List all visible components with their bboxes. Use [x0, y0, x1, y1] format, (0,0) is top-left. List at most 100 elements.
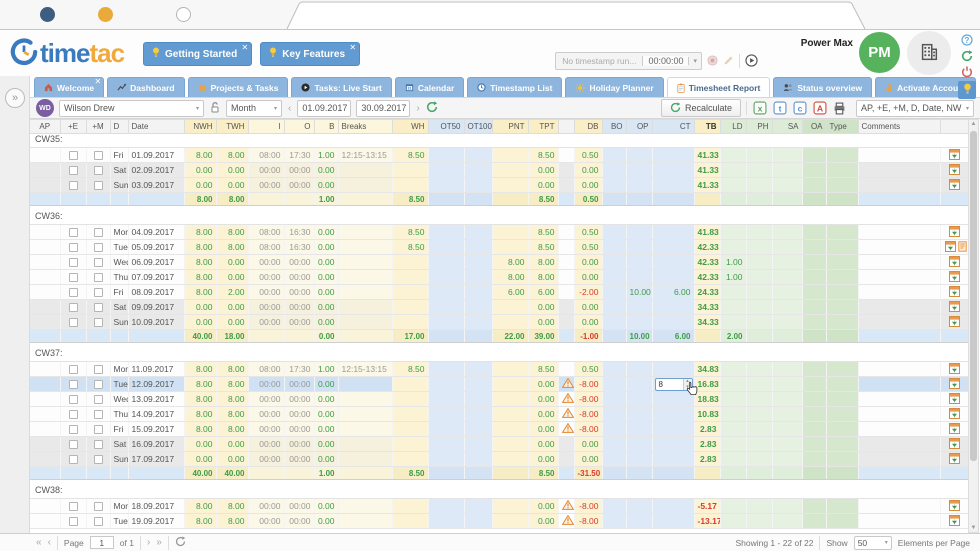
logout-power-icon[interactable] [959, 65, 975, 79]
column-header-wh[interactable]: WH [392, 120, 428, 134]
first-page-icon[interactable]: « [36, 537, 42, 548]
timesheet-row[interactable]: Tue12.09.20178.008.0000:0000:000.000.00-… [30, 377, 968, 392]
reload-report-icon[interactable] [426, 101, 438, 115]
user-avatar[interactable]: PM [859, 32, 900, 73]
row-checkbox[interactable] [94, 166, 103, 175]
row-checkbox[interactable] [94, 228, 103, 237]
row-checkbox[interactable] [94, 502, 103, 511]
row-checkbox[interactable] [94, 258, 103, 267]
timesheet-row[interactable]: Fri08.09.20178.002.0000:0000:000.006.006… [30, 285, 968, 300]
editor-value[interactable]: 8 [656, 380, 683, 389]
column-header-pm[interactable]: +M [86, 120, 110, 134]
timesheet-row[interactable]: Thu14.09.20178.008.0000:0000:000.000.00-… [30, 407, 968, 422]
traffic-light-maximize[interactable] [176, 7, 191, 22]
row-checkbox[interactable] [94, 380, 103, 389]
next-period-icon[interactable]: › [415, 103, 420, 114]
row-checkbox[interactable] [69, 365, 78, 374]
export-row-icon[interactable] [949, 256, 960, 269]
row-checkbox[interactable] [69, 502, 78, 511]
tab-tasks-live-start[interactable]: Tasks: Live Start [291, 77, 391, 97]
row-checkbox[interactable] [94, 318, 103, 327]
export-row-icon[interactable] [949, 179, 960, 192]
export-row-icon[interactable] [949, 515, 960, 528]
column-header-oa[interactable]: OA [802, 120, 826, 134]
timesheet-row[interactable]: Sun03.09.20170.000.0000:0000:000.000.000… [30, 178, 968, 193]
promo-key-features-button[interactable]: Key Features✕ [260, 42, 360, 66]
column-header-i[interactable]: I [248, 120, 284, 134]
tab-dashboard[interactable]: Dashboard [107, 77, 184, 97]
column-header-ct[interactable]: CT [652, 120, 694, 134]
export-row-icon[interactable] [949, 393, 960, 406]
timesheet-row[interactable]: Wed13.09.20178.008.0000:0000:000.000.00-… [30, 392, 968, 407]
column-header-ot100[interactable]: OT100 [464, 120, 492, 134]
column-header-pe[interactable]: +E [60, 120, 86, 134]
timesheet-row[interactable]: Wed06.09.20178.000.0000:0000:000.008.008… [30, 255, 968, 270]
lock-open-icon[interactable] [209, 101, 221, 115]
tab-status-overview[interactable]: Status overview [773, 77, 872, 97]
expand-panel-button[interactable]: » [5, 88, 25, 108]
timesheet-row[interactable]: Sat09.09.20170.000.0000:0000:000.000.000… [30, 300, 968, 315]
export-row-icon[interactable] [949, 363, 960, 376]
timesheet-row[interactable]: Tue19.09.20178.008.0000:0000:000.000.00-… [30, 514, 968, 529]
column-header-db[interactable]: DB [574, 120, 602, 134]
export-row-icon[interactable] [949, 271, 960, 284]
row-checkbox[interactable] [94, 243, 103, 252]
column-header-comments[interactable]: Comments [858, 120, 940, 134]
timesheet-row[interactable]: Sat02.09.20170.000.0000:0000:000.000.000… [30, 163, 968, 178]
period-select[interactable]: Month▾ [226, 100, 282, 117]
row-checkbox[interactable] [69, 288, 78, 297]
columns-select[interactable]: AP, +E, +M, D, Date, NWH, T▾ [856, 100, 974, 117]
export-row-icon[interactable] [945, 241, 956, 254]
page-size-select[interactable]: 50▾ [854, 536, 892, 550]
column-header-sa[interactable]: SA [772, 120, 802, 134]
timesheet-row[interactable]: Fri15.09.20178.008.0000:0000:000.000.00-… [30, 422, 968, 437]
date-to-input[interactable]: 30.09.2017 [356, 100, 410, 117]
row-checkbox[interactable] [69, 273, 78, 282]
export-row-icon[interactable] [949, 438, 960, 451]
column-header-ap[interactable]: AP [30, 120, 60, 134]
column-header-date[interactable]: Date [128, 120, 184, 134]
close-icon[interactable]: ✕ [349, 43, 356, 52]
tab-welcome[interactable]: Welcome✕ [34, 77, 104, 97]
timesheet-row[interactable]: Mon04.09.20178.008.0008:0016:300.008.508… [30, 225, 968, 240]
export-csv-button[interactable]: c [792, 101, 807, 116]
column-header-actions[interactable] [940, 120, 968, 134]
row-checkbox[interactable] [94, 303, 103, 312]
export-row-icon[interactable] [949, 164, 960, 177]
row-checkbox[interactable] [94, 410, 103, 419]
column-header-b[interactable]: B [314, 120, 338, 134]
tab-holiday-planner[interactable]: Holiday Planner [565, 77, 663, 97]
scroll-down-icon[interactable]: ▼ [969, 525, 978, 531]
start-timestamp-button[interactable] [745, 54, 758, 69]
timesheet-row[interactable]: Tue05.09.20178.008.0008:0016:300.008.508… [30, 240, 968, 255]
timestamp-task-select[interactable]: No timestamp run... 00:00:00 ▾ [555, 52, 702, 70]
export-row-icon[interactable] [949, 423, 960, 436]
column-header-ot50[interactable]: OT50 [428, 120, 464, 134]
help-icon[interactable]: ? [959, 33, 975, 47]
employee-select[interactable]: Wilson Drew▾ [59, 100, 204, 117]
row-checkbox[interactable] [69, 455, 78, 464]
row-checkbox[interactable] [69, 181, 78, 190]
row-checkbox[interactable] [69, 258, 78, 267]
row-checkbox[interactable] [69, 410, 78, 419]
export-row-icon[interactable] [949, 408, 960, 421]
timesheet-row[interactable]: Sat16.09.20170.000.0000:0000:000.000.000… [30, 437, 968, 452]
export-row-icon[interactable] [949, 500, 960, 513]
traffic-light-minimize[interactable] [98, 7, 113, 22]
tips-button[interactable] [958, 81, 976, 99]
refresh-grid-icon[interactable] [175, 536, 186, 549]
row-checkbox[interactable] [94, 425, 103, 434]
column-header-ph[interactable]: PH [746, 120, 772, 134]
last-page-icon[interactable]: » [156, 537, 162, 548]
column-header-bo[interactable]: BO [602, 120, 626, 134]
column-header-d[interactable]: D [110, 120, 128, 134]
column-header-tb[interactable]: TB [694, 120, 720, 134]
timesheet-row[interactable]: Sun10.09.20170.000.0000:0000:000.000.000… [30, 315, 968, 330]
tab-timestamp-list[interactable]: Timestamp List [467, 77, 562, 97]
timesheet-row[interactable]: Mon18.09.20178.008.0000:0000:000.000.00-… [30, 499, 968, 514]
export-row-icon[interactable] [949, 226, 960, 239]
scrollbar-thumb[interactable] [970, 131, 977, 461]
export-row-icon[interactable] [949, 149, 960, 162]
row-checkbox[interactable] [69, 380, 78, 389]
export-row-icon[interactable] [949, 453, 960, 466]
